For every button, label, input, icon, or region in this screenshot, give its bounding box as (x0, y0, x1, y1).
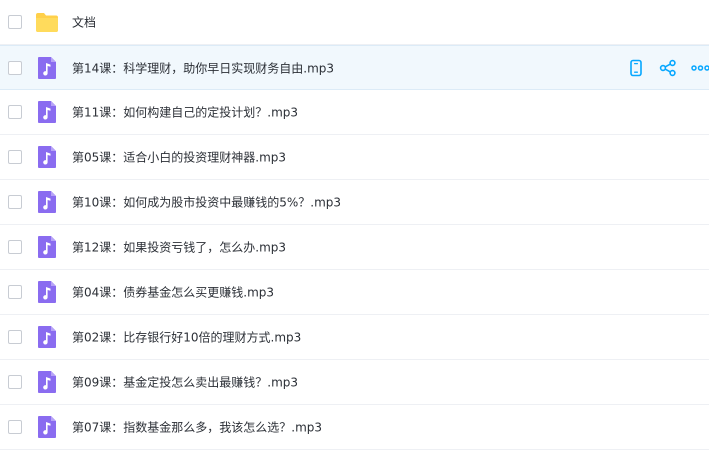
row-actions (627, 59, 709, 77)
file-name[interactable]: 第09课：基金定投怎么卖出最赚钱？.mp3 (72, 374, 298, 391)
row-checkbox[interactable] (8, 285, 22, 299)
row-checkbox[interactable] (8, 105, 22, 119)
file-name[interactable]: 第05课：适合小白的投资理财神器.mp3 (72, 149, 286, 166)
file-name[interactable]: 第12课：如果投资亏钱了，怎么办.mp3 (72, 239, 286, 256)
row-checkbox[interactable] (8, 150, 22, 164)
file-name[interactable]: 第14课：科学理财，助你早日实现财务自由.mp3 (72, 59, 334, 76)
phone-icon[interactable] (627, 59, 645, 77)
row-checkbox[interactable] (8, 240, 22, 254)
audio-file-icon (38, 416, 56, 438)
list-item[interactable]: 第09课：基金定投怎么卖出最赚钱？.mp3 (0, 360, 709, 405)
file-name[interactable]: 第04课：债券基金怎么买更赚钱.mp3 (72, 284, 274, 301)
audio-file-icon (38, 281, 56, 303)
share-icon[interactable] (659, 59, 677, 77)
audio-file-icon (38, 56, 56, 79)
file-list: 文档 第14课：科学理财，助你早日实现财务自由.mp3 第11课：如何构建自己的… (0, 0, 709, 450)
list-item[interactable]: 第07课：指数基金那么多，我该怎么选？.mp3 (0, 405, 709, 450)
file-name[interactable]: 第11课：如何构建自己的定投计划？.mp3 (72, 104, 298, 121)
row-checkbox[interactable] (8, 330, 22, 344)
row-checkbox[interactable] (8, 375, 22, 389)
list-item[interactable]: 第12课：如果投资亏钱了，怎么办.mp3 (0, 225, 709, 270)
row-checkbox[interactable] (8, 420, 22, 434)
row-checkbox[interactable] (8, 15, 22, 29)
row-checkbox[interactable] (8, 60, 22, 75)
row-checkbox[interactable] (8, 195, 22, 209)
folder-icon (36, 13, 58, 32)
more-icon[interactable] (691, 59, 709, 77)
list-item[interactable]: 第11课：如何构建自己的定投计划？.mp3 (0, 90, 709, 135)
list-item[interactable]: 第05课：适合小白的投资理财神器.mp3 (0, 135, 709, 180)
audio-file-icon (38, 191, 56, 213)
list-item[interactable]: 第10课：如何成为股市投资中最赚钱的5%？.mp3 (0, 180, 709, 225)
audio-file-icon (38, 326, 56, 348)
file-name[interactable]: 第07课：指数基金那么多，我该怎么选？.mp3 (72, 419, 322, 436)
audio-file-icon (38, 236, 56, 258)
audio-file-icon (38, 146, 56, 168)
list-item-selected[interactable]: 第14课：科学理财，助你早日实现财务自由.mp3 (0, 45, 709, 90)
list-item-folder[interactable]: 文档 (0, 0, 709, 45)
list-item[interactable]: 第04课：债券基金怎么买更赚钱.mp3 (0, 270, 709, 315)
audio-file-icon (38, 101, 56, 123)
file-name[interactable]: 第10课：如何成为股市投资中最赚钱的5%？.mp3 (72, 194, 341, 211)
audio-file-icon (38, 371, 56, 393)
file-name[interactable]: 第02课：比存银行好10倍的理财方式.mp3 (72, 329, 301, 346)
list-item[interactable]: 第02课：比存银行好10倍的理财方式.mp3 (0, 315, 709, 360)
file-name[interactable]: 文档 (72, 14, 96, 31)
